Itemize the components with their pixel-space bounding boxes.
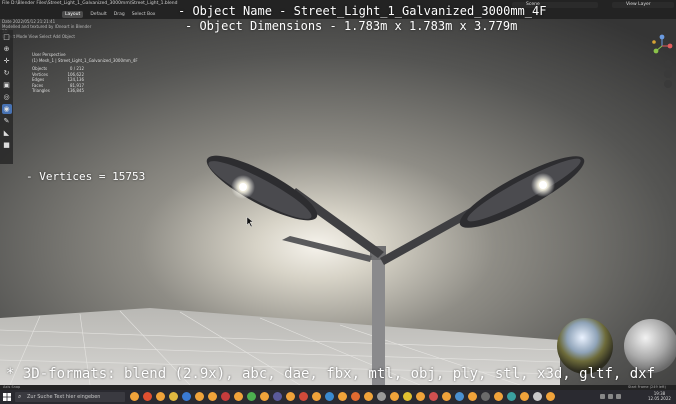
taskbar-app-icons [130,392,555,401]
status-right-text: Start Frame (249 left) [628,385,666,389]
add-cube-tool-icon[interactable]: ■ [2,140,12,150]
zoom-icon [664,60,672,68]
object-dimensions-caption: - Object Dimensions - 1.783m x 1.783m x … [185,19,518,33]
blender-app-icon[interactable] [260,392,269,401]
red-app-icon[interactable] [299,392,308,401]
blender-app-icon[interactable] [442,392,451,401]
rotate-tool-icon[interactable]: ↻ [2,68,12,78]
tab-layout[interactable]: Layout [62,11,84,18]
move-tool-icon[interactable]: ✛ [2,56,12,66]
explorer-app-icon[interactable] [169,392,178,401]
select-tool-icon[interactable]: □ [2,32,12,42]
grey-app-icon[interactable] [377,392,386,401]
blender-app-icon[interactable] [364,392,373,401]
navigation-gizmo[interactable] [648,34,676,94]
clock-date: 12.05.2022 [648,396,671,401]
battery-icon[interactable] [616,394,621,399]
blender-app-icon[interactable] [390,392,399,401]
blender-app-icon[interactable] [195,392,204,401]
blender-app-icon[interactable] [208,392,217,401]
formats-caption: * 3D-formats: blend (2.9x), abc, dae, fb… [6,366,656,382]
active-tool-icon[interactable]: ◉ [1,104,12,114]
green-app-icon[interactable] [247,392,256,401]
blender-app-icon[interactable] [234,392,243,401]
system-tray [600,392,621,399]
search-icon: ⌕ [18,393,22,400]
purple-app-icon[interactable] [273,392,282,401]
tab-default[interactable]: Default [90,12,106,17]
blue-app-icon[interactable] [455,392,464,401]
tab-select-box[interactable]: Select Box [132,12,156,17]
object-name-caption: - Object Name - Street_Light_1_Galvanize… [178,4,547,18]
tool-shelf: □ ⊕ ✛ ↻ ▣ ◎ ◉ ✎ ◣ ■ [0,30,13,164]
blue-app-icon[interactable] [325,392,334,401]
measure-tool-icon[interactable]: ◣ [2,128,12,138]
blender-app-icon[interactable] [416,392,425,401]
tab-drag[interactable]: Drag [114,12,125,17]
windows-start-icon[interactable] [2,392,12,402]
grey-app-icon[interactable] [481,392,490,401]
volume-icon[interactable] [608,394,613,399]
stat-row: Triangles 136,845 [32,88,84,93]
blender-app-icon[interactable] [468,392,477,401]
blender-app-icon[interactable] [546,392,555,401]
workspace-tabs: Layout Default Drag Select Box [62,11,155,18]
red-app-icon[interactable] [429,392,438,401]
browser-app-icon[interactable] [143,392,152,401]
edge-app-icon[interactable] [182,392,191,401]
network-icon[interactable] [600,394,605,399]
status-left-text: Axis Snap [3,385,21,389]
pan-icon [664,70,672,78]
annotate-tool-icon[interactable]: ✎ [2,116,12,126]
taskbar-clock[interactable]: 19:38 12.05.2022 [648,391,671,401]
blender-app-icon[interactable] [156,392,165,401]
blender-app-icon[interactable] [130,392,139,401]
vertices-caption: - Vertices = 15753 [26,170,146,183]
yellow-app-icon[interactable] [403,392,412,401]
blender-app-icon[interactable] [286,392,295,401]
blender-window: File D:\Blender Files\Street_Light_1_Gal… [0,0,676,404]
transform-tool-icon[interactable]: ◎ [2,92,12,102]
viewport-statistics: User Perspective (1) Mesh_1 | Street_Lig… [32,52,138,94]
white-app-icon[interactable] [533,392,542,401]
3d-viewport[interactable]: User Perspective (1) Mesh_1 | Street_Lig… [13,19,663,385]
taskbar-search-input[interactable]: ⌕ Zur Suche Text hier eingeben [15,392,125,402]
camera-icon [664,80,672,88]
blender-app-icon[interactable] [520,392,529,401]
blender-app-icon[interactable] [338,392,347,401]
orange-app-icon[interactable] [351,392,360,401]
windows-taskbar: ⌕ Zur Suche Text hier eingeben 19:38 12.… [0,390,676,404]
blender-app-icon[interactable] [494,392,503,401]
cursor-tool-icon[interactable]: ⊕ [2,44,12,54]
active-collection-text: (1) Mesh_1 | Street_Light_1_Galvanized_3… [32,57,138,63]
view-layer-selector[interactable]: View Layer [612,2,674,8]
search-placeholder: Zur Suche Text hier eingeben [27,394,101,400]
blender-app-icon[interactable] [312,392,321,401]
file-path-text: File D:\Blender Files\Street_Light_1_Gal… [2,1,178,6]
media-app-icon[interactable] [221,392,230,401]
scale-tool-icon[interactable]: ▣ [2,80,12,90]
teal-app-icon[interactable] [507,392,516,401]
